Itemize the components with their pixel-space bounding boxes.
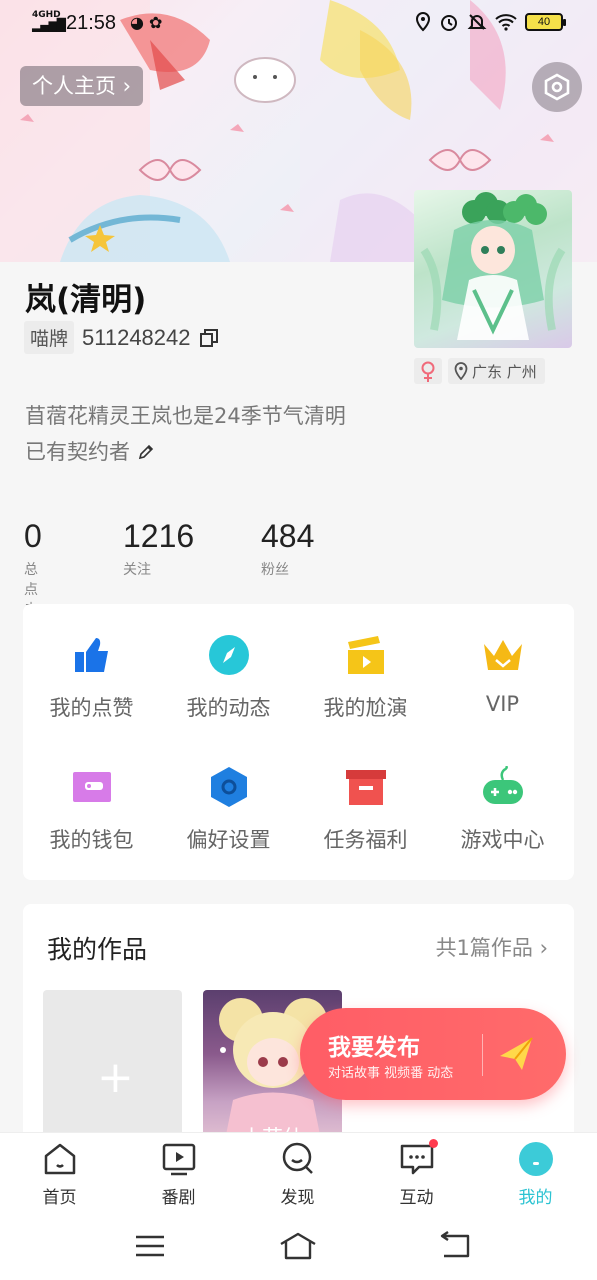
alarm-icon	[441, 15, 457, 31]
female-icon	[421, 361, 435, 382]
hexagon-settings-icon	[211, 767, 247, 807]
app-notification-icon: ◕ ✿	[130, 13, 163, 32]
clapperboard-icon	[348, 636, 384, 674]
grid-item-preferences[interactable]: 偏好设置	[160, 736, 297, 856]
publish-button[interactable]: 我要发布 对话故事 视频番 动态	[300, 1008, 566, 1100]
discover-icon	[282, 1142, 313, 1174]
copy-icon[interactable]	[199, 328, 219, 348]
bottom-tab-bar: 首页 番剧 发现 互动 我的	[0, 1132, 597, 1214]
user-id-row: 喵牌 511248242	[24, 321, 219, 354]
mute-bell-icon	[467, 14, 487, 30]
add-work-button[interactable]: +	[43, 990, 182, 1144]
grid-item-my-likes[interactable]: 我的点赞	[23, 604, 160, 724]
play-icon	[162, 1143, 196, 1176]
status-bar: 4GHD ▂▄▆█ 21:58 ◕ ✿ 40	[0, 0, 597, 46]
avatar-illustration	[420, 192, 566, 340]
tab-discover[interactable]: 发现	[238, 1133, 357, 1215]
compass-icon	[209, 635, 249, 675]
grid-item-my-wallet[interactable]: 我的钱包	[23, 736, 160, 856]
home-icon	[44, 1143, 76, 1175]
profile-icon	[519, 1142, 553, 1176]
wallet-icon	[73, 772, 111, 802]
my-works-title: 我的作品	[47, 935, 148, 964]
publish-subtitle: 对话故事 视频番 动态	[328, 1066, 454, 1081]
settings-button[interactable]	[532, 62, 582, 112]
crown-icon	[484, 640, 522, 670]
personal-homepage-button[interactable]: 个人主页 ›	[20, 66, 144, 106]
system-nav-bar	[0, 1214, 597, 1280]
back-icon[interactable]	[434, 1230, 474, 1262]
tab-home[interactable]: 首页	[0, 1133, 119, 1215]
gamepad-icon	[483, 766, 523, 804]
paper-plane-icon	[500, 1037, 533, 1070]
id-tag: 喵牌	[24, 321, 75, 354]
gift-box-icon	[346, 770, 386, 805]
notification-dot	[429, 1139, 438, 1148]
wifi-icon	[495, 14, 517, 31]
works-count-link[interactable]: 共1篇作品 ›	[436, 932, 548, 962]
grid-item-game-center[interactable]: 游戏中心	[434, 736, 571, 856]
stat-following[interactable]: 1216 关注	[123, 518, 194, 579]
profile-name: 岚(清明)	[25, 282, 147, 318]
tab-interact[interactable]: 互动	[357, 1133, 476, 1215]
network-indicator: 4GHD ▂▄▆█	[32, 10, 66, 32]
thumbs-up-icon	[75, 638, 108, 672]
grid-item-my-acting[interactable]: 我的尬演	[297, 604, 434, 724]
bio-line: 已有契约者	[25, 434, 425, 470]
tab-mine[interactable]: 我的	[476, 1133, 595, 1215]
user-id-number: 511248242	[82, 324, 191, 350]
location-icon	[415, 12, 431, 32]
bio-line: 苜蓿花精灵王岚也是24季节气清明	[25, 404, 346, 428]
grid-item-task-rewards[interactable]: 任务福利	[297, 736, 434, 856]
publish-divider	[482, 1034, 483, 1076]
battery-indicator: 40	[525, 13, 566, 31]
function-grid: 我的点赞 我的动态 我的尬演 VIP 我的钱包 偏好设置 任务福利 游戏中心	[23, 604, 574, 880]
tab-anime[interactable]: 番剧	[119, 1133, 238, 1215]
publish-title: 我要发布	[328, 1035, 420, 1061]
hexagon-settings-icon	[544, 73, 570, 101]
home-nav-icon[interactable]	[278, 1230, 318, 1262]
menu-icon[interactable]	[130, 1230, 170, 1262]
grid-item-my-posts[interactable]: 我的动态	[160, 604, 297, 724]
status-time: 21:58	[66, 12, 117, 34]
location-badge: 广东 广州	[448, 358, 545, 384]
location-text: 广东 广州	[472, 362, 537, 381]
avatar[interactable]	[414, 190, 572, 348]
location-pin-icon	[454, 362, 468, 380]
plus-icon: +	[97, 1052, 134, 1103]
profile-bio[interactable]: 苜蓿花精灵王岚也是24季节气清明 已有契约者	[25, 398, 425, 470]
stat-followers[interactable]: 484 粉丝	[261, 518, 314, 579]
gender-badge	[414, 358, 442, 384]
grid-item-vip[interactable]: VIP	[434, 604, 571, 724]
edit-pencil-icon[interactable]	[137, 443, 155, 461]
